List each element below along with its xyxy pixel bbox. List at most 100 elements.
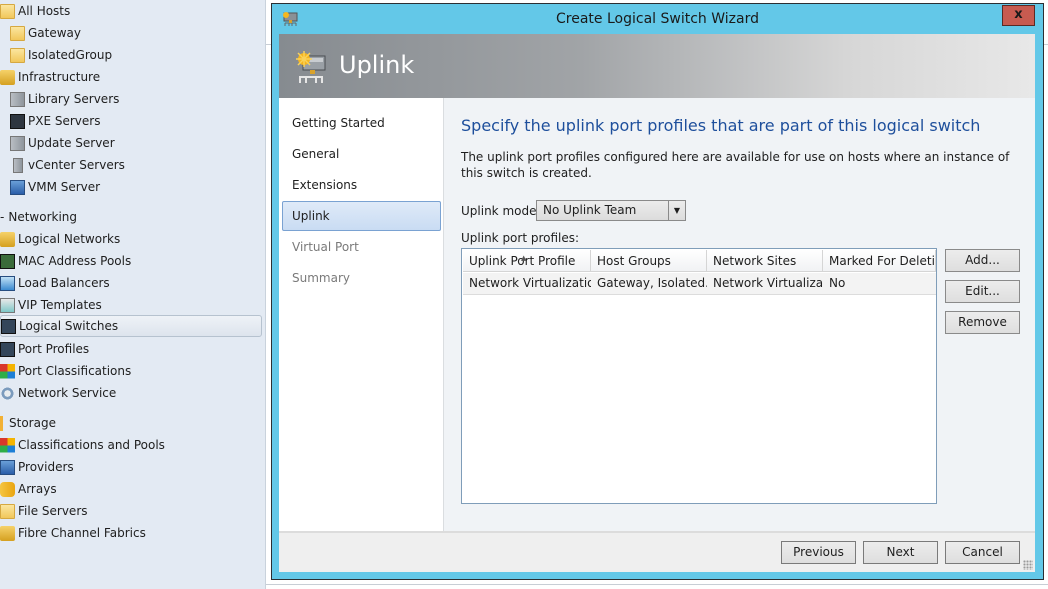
load-balancer-icon bbox=[0, 275, 15, 291]
nav-item-label: Networking bbox=[8, 210, 78, 224]
edit-button[interactable]: Edit... bbox=[945, 280, 1020, 303]
nav-item-label: Port Profiles bbox=[18, 342, 90, 356]
nav-item-update-server[interactable]: Update Server bbox=[10, 132, 115, 154]
uplink-mode-select[interactable]: No Uplink Team ▼ bbox=[536, 200, 686, 221]
nav-item-networking[interactable]: - Networking bbox=[0, 206, 77, 228]
nav-item-label: Update Server bbox=[28, 136, 115, 150]
nav-item-load-balancers[interactable]: Load Balancers bbox=[0, 272, 110, 294]
folder-icon bbox=[10, 25, 25, 41]
column-header-marked-for-deletion[interactable]: Marked For Deleti... bbox=[823, 250, 936, 272]
cell-network-sites: Network Virtualiza... bbox=[713, 276, 823, 290]
fibre-channel-icon bbox=[0, 525, 15, 541]
nav-item-library-servers[interactable]: Library Servers bbox=[10, 88, 119, 110]
update-server-icon bbox=[10, 135, 25, 151]
nav-item-fibre-channel-fabrics[interactable]: Fibre Channel Fabrics bbox=[0, 522, 146, 544]
nav-item-vcenter-servers[interactable]: vCenter Servers bbox=[10, 154, 125, 176]
nav-item-classifications-and-pools[interactable]: Classifications and Pools bbox=[0, 434, 165, 456]
nav-item-label: Providers bbox=[18, 460, 74, 474]
close-button[interactable]: x bbox=[1002, 5, 1035, 26]
nav-item-label: PXE Servers bbox=[28, 114, 101, 128]
storage-icon bbox=[0, 415, 3, 431]
nav-item-port-classifications[interactable]: Port Classifications bbox=[0, 360, 131, 382]
nav-item-label: Library Servers bbox=[28, 92, 120, 106]
vcenter-server-icon bbox=[13, 157, 23, 173]
nav-item-label: Port Classifications bbox=[18, 364, 132, 378]
uplink-mode-label: Uplink mode: bbox=[461, 204, 541, 218]
cell-host-groups: Gateway, Isolated... bbox=[597, 276, 707, 290]
nav-item-label: Fibre Channel Fabrics bbox=[18, 526, 146, 540]
uplink-mode-value: No Uplink Team bbox=[543, 203, 637, 217]
provider-icon bbox=[0, 459, 15, 475]
step-getting-started[interactable]: Getting Started bbox=[282, 108, 441, 138]
uplink-icon bbox=[295, 50, 327, 84]
nav-item-label: VIP Templates bbox=[18, 298, 102, 312]
nav-item-file-servers[interactable]: File Servers bbox=[0, 500, 88, 522]
step-general[interactable]: General bbox=[282, 139, 441, 169]
navigation-tree: All Hosts Gateway IsolatedGroup Infrastr… bbox=[0, 0, 266, 589]
nav-item-logical-switches[interactable]: Logical Switches bbox=[0, 315, 262, 337]
nav-item-gateway[interactable]: Gateway bbox=[10, 22, 81, 44]
previous-button[interactable]: Previous bbox=[781, 541, 856, 564]
banner-title: Uplink bbox=[339, 51, 415, 79]
wizard-steps: Getting Started General Extensions Uplin… bbox=[279, 98, 444, 531]
uplink-profiles-grid[interactable]: ▲ Uplink Port Profile Host Groups Network… bbox=[461, 248, 937, 504]
step-uplink[interactable]: Uplink bbox=[282, 201, 441, 231]
column-header-uplink-port-profile[interactable]: ▲ Uplink Port Profile bbox=[463, 250, 591, 272]
column-header-network-sites[interactable]: Network Sites bbox=[707, 250, 823, 272]
nav-item-label: All Hosts bbox=[18, 4, 71, 18]
nav-item-network-service[interactable]: Network Service bbox=[0, 382, 116, 404]
nav-item-label: Classifications and Pools bbox=[18, 438, 165, 452]
nav-item-label: Logical Networks bbox=[18, 232, 121, 246]
uplink-profiles-label: Uplink port profiles: bbox=[461, 231, 580, 245]
title-bar[interactable]: Create Logical Switch Wizard x bbox=[272, 4, 1043, 34]
nav-item-pxe-servers[interactable]: PXE Servers bbox=[10, 110, 100, 132]
grid-header: ▲ Uplink Port Profile Host Groups Network… bbox=[463, 250, 936, 272]
nav-item-infrastructure[interactable]: Infrastructure bbox=[0, 66, 100, 88]
folder-icon bbox=[0, 3, 15, 19]
folder-icon bbox=[10, 47, 25, 63]
table-row[interactable]: Network Virtualization Gateway, Isolated… bbox=[463, 273, 936, 295]
nav-item-label: Network Service bbox=[18, 386, 117, 400]
wizard-page: Specify the uplink port profiles that ar… bbox=[445, 98, 1035, 531]
wizard-footer: Previous Next Cancel bbox=[279, 531, 1035, 572]
nav-item-label: Infrastructure bbox=[18, 70, 101, 84]
array-icon bbox=[0, 481, 15, 497]
dialog-client: Uplink Getting Started General Extension… bbox=[279, 34, 1035, 572]
nav-item-port-profiles[interactable]: Port Profiles bbox=[0, 338, 89, 360]
nav-item-label: Storage bbox=[9, 416, 56, 430]
page-description: The uplink port profiles configured here… bbox=[461, 150, 1010, 180]
nav-item-providers[interactable]: Providers bbox=[0, 456, 74, 478]
divider bbox=[266, 584, 1048, 585]
vmm-server-icon bbox=[10, 179, 25, 195]
nav-item-logical-networks[interactable]: Logical Networks bbox=[0, 228, 120, 250]
nav-item-label: Logical Switches bbox=[19, 319, 119, 333]
nav-item-storage[interactable]: Storage bbox=[0, 412, 56, 434]
nav-item-vmm-server[interactable]: VMM Server bbox=[10, 176, 100, 198]
cell-marked-for-deletion: No bbox=[829, 276, 846, 290]
dropdown-arrow-icon[interactable]: ▼ bbox=[668, 201, 685, 220]
cancel-button[interactable]: Cancel bbox=[945, 541, 1020, 564]
mac-pool-icon bbox=[0, 253, 15, 269]
page-heading: Specify the uplink port profiles that ar… bbox=[461, 116, 981, 135]
port-profile-icon bbox=[0, 341, 15, 357]
remove-button[interactable]: Remove bbox=[945, 311, 1020, 334]
file-server-icon bbox=[0, 503, 15, 519]
resize-grip-icon[interactable] bbox=[1023, 560, 1033, 570]
nav-item-isolatedgroup[interactable]: IsolatedGroup bbox=[10, 44, 112, 66]
nav-item-arrays[interactable]: Arrays bbox=[0, 478, 57, 500]
add-button[interactable]: Add... bbox=[945, 249, 1020, 272]
infrastructure-icon bbox=[0, 69, 15, 85]
collapse-icon[interactable]: - bbox=[0, 206, 4, 228]
next-button[interactable]: Next bbox=[863, 541, 938, 564]
logical-switch-icon bbox=[1, 318, 16, 334]
nav-item-all-hosts[interactable]: All Hosts bbox=[0, 0, 70, 22]
vip-template-icon bbox=[0, 297, 15, 313]
column-header-host-groups[interactable]: Host Groups bbox=[591, 250, 707, 272]
nav-item-mac-address-pools[interactable]: MAC Address Pools bbox=[0, 250, 131, 272]
step-summary: Summary bbox=[292, 271, 350, 285]
nav-item-vip-templates[interactable]: VIP Templates bbox=[0, 294, 102, 316]
port-classification-icon bbox=[0, 363, 15, 379]
step-extensions[interactable]: Extensions bbox=[282, 170, 441, 200]
nav-item-label: VMM Server bbox=[28, 180, 101, 194]
classification-icon bbox=[0, 437, 15, 453]
